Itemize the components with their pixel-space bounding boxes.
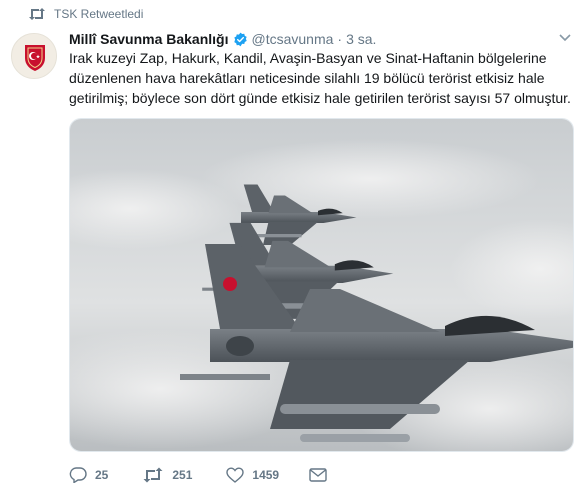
envelope-icon <box>309 468 327 482</box>
heart-icon <box>226 467 245 483</box>
tweet-text: Irak kuzeyi Zap, Hakurk, Kandil, Avaşin-… <box>69 50 571 106</box>
verified-badge-icon <box>233 32 248 47</box>
retweet-icon <box>28 7 46 21</box>
reply-icon <box>69 467 87 483</box>
retweet-count: 251 <box>172 468 193 482</box>
tweet-actions: 25 251 1459 <box>69 462 365 488</box>
tweet-timestamp[interactable]: 3 sa. <box>346 31 376 47</box>
retweet-action-icon <box>143 467 163 483</box>
fighter-jets-photo <box>70 119 573 451</box>
like-count: 1459 <box>252 468 280 482</box>
retweet-banner-text: TSK Retweetledi <box>54 7 144 21</box>
tweet-photo[interactable] <box>69 118 574 452</box>
tweet-header: Millî Savunma Bakanlığı @tcsavunma · 3 s… <box>69 29 376 49</box>
retweet-button[interactable]: 251 <box>142 467 192 483</box>
author-handle[interactable]: @tcsavunma <box>252 31 334 47</box>
display-name[interactable]: Millî Savunma Bakanlığı <box>69 31 229 47</box>
like-button[interactable]: 1459 <box>226 467 279 483</box>
separator-dot: · <box>337 31 343 47</box>
reply-count: 25 <box>95 468 109 482</box>
retweet-banner[interactable]: TSK Retweetledi <box>28 6 143 22</box>
chevron-down-icon[interactable] <box>559 33 571 43</box>
avatar[interactable] <box>11 33 57 79</box>
direct-message-button[interactable] <box>309 467 335 483</box>
ministry-emblem-icon <box>12 34 56 78</box>
reply-button[interactable]: 25 <box>69 467 108 483</box>
